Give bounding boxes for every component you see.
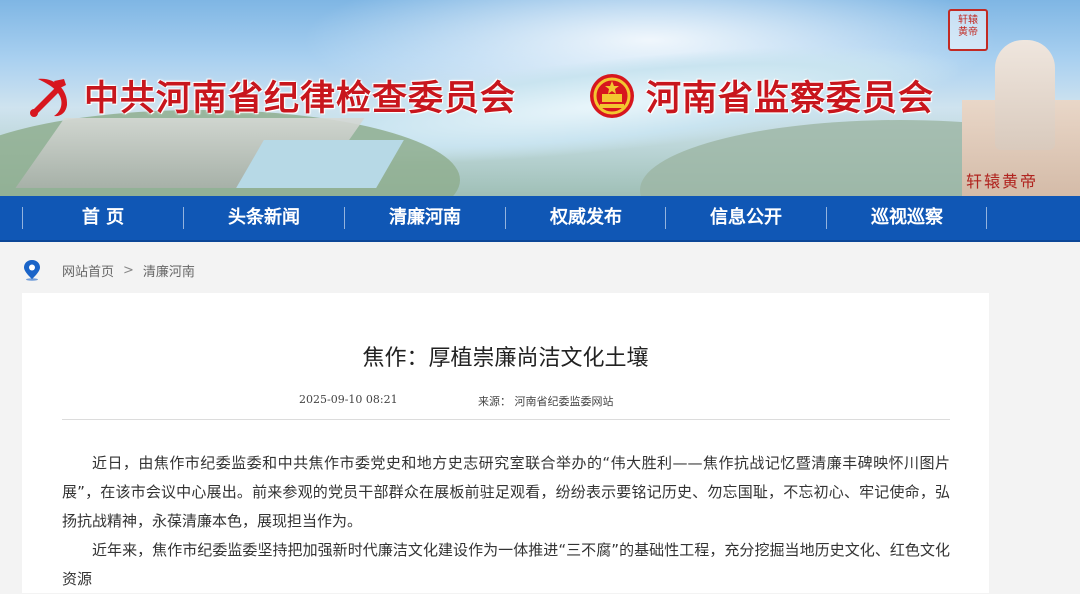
title-divider <box>62 419 950 420</box>
article-source: 来源： 河南省纪委监委网站 <box>478 395 614 408</box>
org2-title: 河南省监察委员会 <box>646 78 935 119</box>
breadcrumb: 网站首页 > 清廉河南 <box>22 258 195 282</box>
nav-item-inspection[interactable]: 巡视巡察 <box>827 196 987 240</box>
location-pin-icon <box>24 260 40 281</box>
seal-stamp: 轩辕 黄帝 <box>948 9 988 51</box>
breadcrumb-home-link[interactable]: 网站首页 <box>62 261 114 280</box>
nav-item-releases[interactable]: 权威发布 <box>506 196 666 240</box>
main-nav: 首 页 头条新闻 清廉河南 权威发布 信息公开 巡视巡察 <box>0 196 1080 242</box>
org-commission: 中共河南省纪律检查委员会 <box>24 70 516 121</box>
nav-item-home[interactable]: 首 页 <box>23 196 183 240</box>
banner-pool <box>236 140 404 188</box>
national-emblem-icon <box>590 73 634 118</box>
article-card: 焦作：厚植崇廉尚洁文化土壤 2025-09-10 08:21 来源： 河南省纪委… <box>22 293 989 593</box>
breadcrumb-current-link[interactable]: 清廉河南 <box>143 261 195 280</box>
org1-title: 中共河南省纪律检查委员会 <box>84 78 517 119</box>
header-banner: 轩辕黄帝 轩辕 黄帝 中共河南省纪律检查委员会 河南省监察委员会 <box>0 0 1080 196</box>
breadcrumb-separator: > <box>123 262 134 278</box>
org-supervision: 河南省监察委员会 <box>588 70 934 121</box>
statue-image <box>995 40 1055 150</box>
article-date: 2025-09-10 08:21 <box>299 393 398 406</box>
party-emblem-icon <box>30 78 68 117</box>
nav-item-headlines[interactable]: 头条新闻 <box>184 196 344 240</box>
article-paragraph: 近年来，焦作市纪委监委坚持把加强新时代廉洁文化建设作为一体推进“三不腐”的基础性… <box>62 541 950 588</box>
article-title: 焦作：厚植崇廉尚洁文化土壤 <box>362 346 649 371</box>
nav-separator <box>986 207 987 229</box>
nav-item-disclosure[interactable]: 信息公开 <box>666 196 826 240</box>
statue-label: 轩辕黄帝 <box>966 172 1039 191</box>
nav-item-clean-henan[interactable]: 清廉河南 <box>345 196 505 240</box>
article-paragraph: 近日，由焦作市纪委监委和中共焦作市委党史和地方史志研究室联合举办的“伟大胜利——… <box>62 454 950 530</box>
